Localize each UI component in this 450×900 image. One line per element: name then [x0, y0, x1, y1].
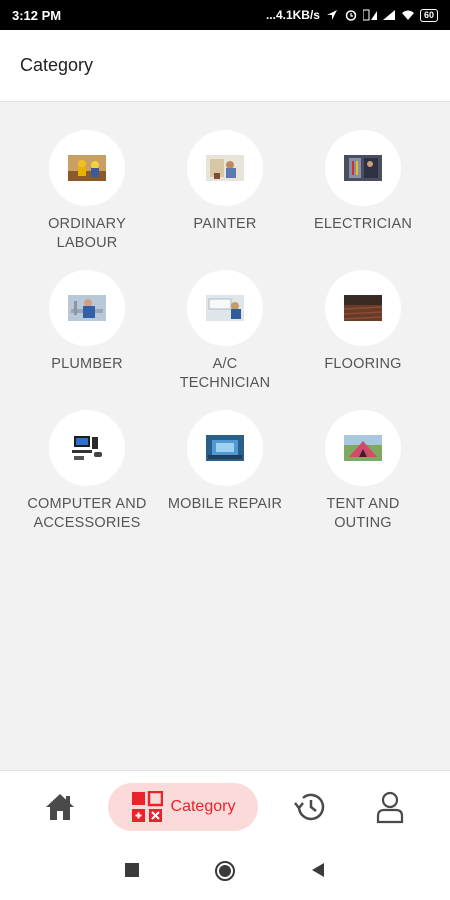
- network-speed: ...4.1KB/s: [265, 8, 320, 22]
- status-time: 3:12 PM: [12, 7, 62, 23]
- category-label: PLUMBER: [51, 356, 123, 372]
- category-label: COMPUTER AND ACCESSORIES: [27, 496, 147, 531]
- profile-icon: [376, 791, 404, 824]
- category-flooring[interactable]: FLOORING: [288, 270, 438, 374]
- bottom-navigation: Category: [0, 770, 450, 842]
- category-label: ORDINARY LABOUR: [48, 216, 126, 251]
- category-icon-circle: [325, 270, 401, 346]
- category-icon-circle: [49, 270, 125, 346]
- category-icon-circle: [49, 130, 125, 206]
- flooring-photo-icon: [344, 295, 382, 321]
- recents-button[interactable]: [124, 862, 140, 878]
- home-icon: [46, 794, 74, 820]
- nav-history[interactable]: [288, 783, 332, 831]
- battery-icon: 60: [419, 8, 438, 22]
- plumber-photo-icon: [68, 295, 106, 321]
- category-label: A/C TECHNICIAN: [179, 356, 271, 391]
- history-icon: [294, 793, 325, 821]
- category-icon-circle: [49, 410, 125, 486]
- app-bar: Category: [0, 30, 450, 102]
- nav-profile[interactable]: [368, 783, 412, 831]
- tent-photo-icon: [344, 435, 382, 461]
- category-computer-accessories[interactable]: COMPUTER AND ACCESSORIES: [12, 410, 162, 533]
- status-bar: 3:12 PM ...4.1KB/s 60: [0, 0, 450, 30]
- category-label: PAINTER: [193, 216, 257, 232]
- category-painter[interactable]: PAINTER: [150, 130, 300, 234]
- wifi-icon: [401, 10, 414, 20]
- status-icons: ...4.1KB/s 60: [266, 8, 438, 22]
- category-grid-icon: [131, 791, 163, 822]
- category-label: TENT AND OUTING: [326, 496, 400, 531]
- signal-icon: [382, 10, 395, 20]
- category-icon-circle: [187, 130, 263, 206]
- nav-home[interactable]: [38, 783, 82, 831]
- category-label: FLOORING: [324, 356, 402, 372]
- location-icon: [326, 10, 337, 20]
- home-button[interactable]: [214, 860, 236, 882]
- category-mobile-repair[interactable]: MOBILE REPAIR: [150, 410, 300, 514]
- ac-technician-photo-icon: [206, 295, 244, 321]
- page-title: Category: [20, 55, 94, 75]
- category-icon-circle: [325, 410, 401, 486]
- computer-photo-icon: [72, 436, 102, 460]
- category-ac-technician[interactable]: A/C TECHNICIAN: [150, 270, 300, 393]
- category-icon-circle: [325, 130, 401, 206]
- category-ordinary-labour[interactable]: ORDINARY LABOUR: [12, 130, 162, 253]
- back-button[interactable]: [310, 862, 326, 878]
- category-icon-circle: [187, 410, 263, 486]
- category-label: MOBILE REPAIR: [167, 496, 283, 512]
- category-electrician[interactable]: ELECTRICIAN: [288, 130, 438, 234]
- alarm-icon: [345, 10, 357, 21]
- worker-photo-icon: [68, 155, 106, 181]
- nav-category[interactable]: Category: [108, 783, 258, 831]
- category-tent-outing[interactable]: TENT AND OUTING: [288, 410, 438, 533]
- electrician-photo-icon: [344, 155, 382, 181]
- painter-photo-icon: [206, 155, 244, 181]
- nav-category-label: Category: [170, 798, 236, 815]
- category-icon-circle: [187, 270, 263, 346]
- category-plumber[interactable]: PLUMBER: [12, 270, 162, 374]
- system-navigation-bar: [0, 842, 450, 900]
- sim-signal-icon: [362, 9, 377, 21]
- category-label: ELECTRICIAN: [313, 216, 413, 232]
- mobile-repair-photo-icon: [206, 435, 244, 461]
